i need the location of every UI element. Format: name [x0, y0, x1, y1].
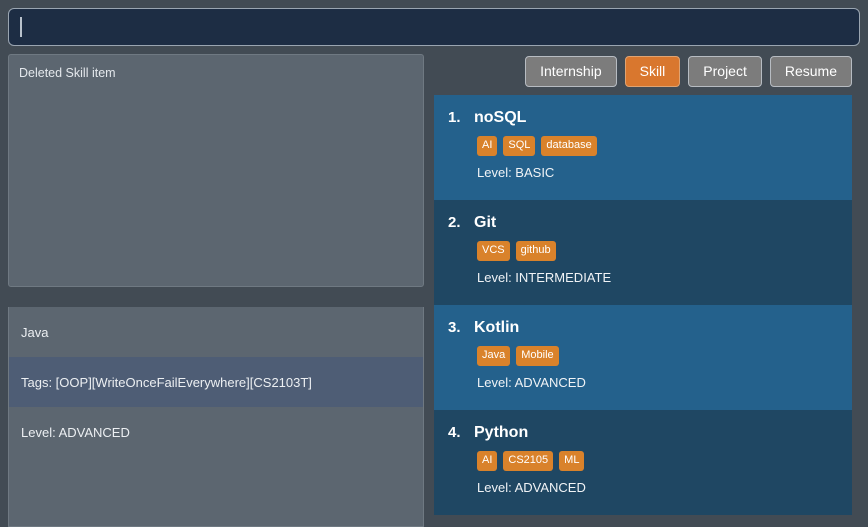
tab-skill[interactable]: Skill — [624, 56, 681, 87]
card-tags: AI SQL database — [477, 136, 836, 156]
tag-chip: AI — [477, 136, 498, 156]
list-item[interactable]: 4. Python AI CS2105 ML Level: ADVANCED — [434, 410, 852, 515]
card-head: 1. noSQL — [448, 109, 836, 127]
result-message: Deleted Skill item — [19, 66, 116, 80]
tag-chip: Java — [477, 346, 511, 366]
card-tags: AI CS2105 ML — [477, 451, 836, 471]
card-title: Python — [474, 424, 529, 441]
card-title: Git — [474, 214, 497, 231]
tab-bar: Internship Skill Project Resume — [434, 54, 862, 95]
tag-chip: database — [541, 136, 597, 156]
list-item[interactable]: 3. Kotlin Java Mobile Level: ADVANCED — [434, 305, 852, 410]
right-pane: Internship Skill Project Resume 1. noSQL… — [424, 54, 862, 527]
tab-resume[interactable]: Resume — [769, 56, 852, 87]
card-head: 4. Python — [448, 424, 836, 442]
tag-chip: github — [515, 241, 556, 261]
card-title: Kotlin — [474, 319, 520, 336]
command-input[interactable] — [8, 8, 860, 46]
list-item[interactable]: 2. Git VCS github Level: INTERMEDIATE — [434, 200, 852, 305]
tab-internship[interactable]: Internship — [525, 56, 617, 87]
card-level: Level: ADVANCED — [477, 480, 586, 495]
result-display-box: Deleted Skill item — [8, 54, 424, 287]
detail-panel: Java Tags: [OOP][WriteOnceFailEverywhere… — [8, 307, 424, 527]
text-caret — [20, 17, 22, 37]
left-pane: Deleted Skill item Java Tags: [OOP][Writ… — [6, 54, 424, 527]
tab-project[interactable]: Project — [688, 56, 762, 87]
tag-chip: AI — [477, 451, 498, 471]
skill-card-list[interactable]: 1. noSQL AI SQL database Level: BASIC 2.… — [434, 95, 852, 527]
card-tags: Java Mobile — [477, 346, 836, 366]
app-window: Deleted Skill item Java Tags: [OOP][Writ… — [0, 0, 868, 527]
card-title: noSQL — [474, 109, 527, 126]
detail-row-level: Level: ADVANCED — [9, 407, 423, 457]
card-head: 2. Git — [448, 214, 836, 232]
tag-chip: VCS — [477, 241, 510, 261]
detail-row-tags[interactable]: Tags: [OOP][WriteOnceFailEverywhere][CS2… — [9, 357, 423, 407]
tag-chip: Mobile — [516, 346, 559, 366]
detail-row-name: Java — [9, 307, 423, 357]
card-index: 3. — [448, 319, 461, 336]
card-index: 2. — [448, 214, 461, 231]
card-level: Level: INTERMEDIATE — [477, 270, 612, 285]
card-level: Level: BASIC — [477, 165, 555, 180]
card-index: 1. — [448, 109, 461, 126]
card-tags: VCS github — [477, 241, 836, 261]
command-row — [8, 8, 860, 46]
card-head: 3. Kotlin — [448, 319, 836, 337]
list-item[interactable]: 1. noSQL AI SQL database Level: BASIC — [434, 95, 852, 200]
tag-chip: CS2105 — [503, 451, 554, 471]
body-split: Deleted Skill item Java Tags: [OOP][Writ… — [6, 46, 862, 527]
tag-chip: ML — [559, 451, 585, 471]
tag-chip: SQL — [503, 136, 536, 156]
card-index: 4. — [448, 424, 461, 441]
detail-panel-filler — [9, 457, 423, 526]
card-level: Level: ADVANCED — [477, 375, 586, 390]
